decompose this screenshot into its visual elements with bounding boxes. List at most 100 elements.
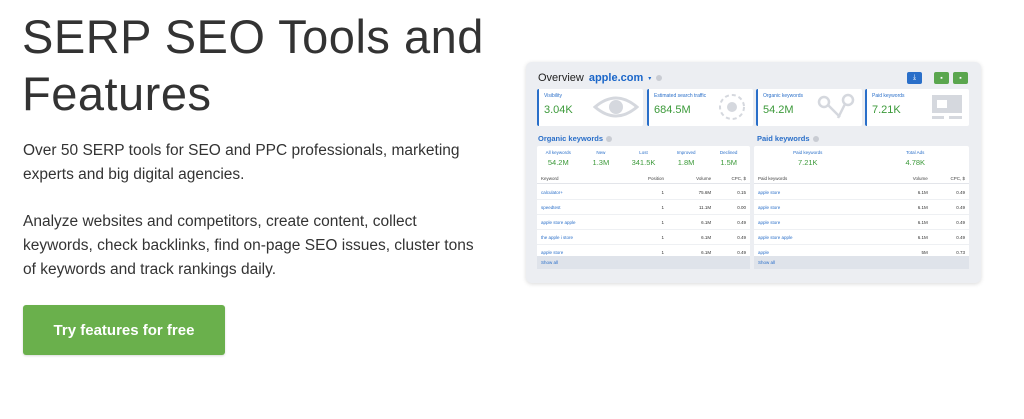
- cpc-cell: 0.49: [956, 204, 965, 210]
- overview-title: Overview: [538, 72, 584, 84]
- paid-stats: Paid keywords 7.21K Total Ads 4.78K: [754, 149, 969, 171]
- organic-keywords-label: Organic keywords: [538, 134, 604, 143]
- stat-value: 341.5K: [631, 158, 656, 167]
- table-row: apple store 6.1M 0.49: [754, 185, 969, 200]
- keyword-link[interactable]: apple store: [758, 190, 882, 195]
- table-row: calculator+ 1 75.6M 0.15: [537, 185, 750, 200]
- show-all-organic-link[interactable]: Show all: [537, 256, 750, 269]
- cpc-cell: 0.00: [737, 204, 746, 210]
- keyword-link[interactable]: apple store: [758, 220, 882, 225]
- stat-paid-keywords: Paid keywords 7.21K: [754, 149, 862, 171]
- column-header-keyword[interactable]: Keyword: [541, 176, 633, 181]
- eye-icon: [593, 96, 639, 118]
- keyword-link[interactable]: apple store: [758, 205, 882, 210]
- position-cell: 1: [661, 189, 664, 195]
- hero-description-details: Analyze websites and competitors, create…: [23, 213, 474, 278]
- keys-icon: [817, 93, 855, 119]
- column-header-volume[interactable]: Volume: [882, 176, 928, 181]
- organic-stats: All keywords 54.2M New 1.3M Lost 341.5K Imp…: [537, 149, 750, 171]
- stat-value: 1.8M: [677, 158, 695, 167]
- volume-cell: 6.1M: [701, 219, 712, 225]
- column-header-volume[interactable]: Volume: [664, 176, 711, 181]
- cpc-cell: 0.49: [956, 219, 965, 225]
- table-row: speedtest 1 11.1M 0.00: [537, 200, 750, 215]
- stat-value: 7.21K: [797, 158, 818, 167]
- table-row: the apple i store 1 6.1M 0.49: [537, 230, 750, 245]
- keyword-link[interactable]: calculator+: [541, 190, 633, 195]
- overview-header: Overview apple.com ▾: [538, 72, 663, 84]
- table-row: apple store apple 1 6.1M 0.49: [537, 215, 750, 230]
- metric-card-paid-keywords: Paid keywords 7.21K: [865, 89, 969, 126]
- stat-new: New 1.3M: [580, 149, 623, 171]
- hero-description: Over 50 SERP tools for SEO and PPC profe…: [23, 142, 460, 183]
- table-row: apple store 6.1M 0.49: [754, 215, 969, 230]
- organic-keywords-title: Organic keywords: [538, 134, 613, 143]
- paid-keywords-panel: Paid keywords 7.21K Total Ads 4.78K Paid k…: [754, 146, 969, 269]
- stat-label: Total Ads: [906, 150, 925, 155]
- volume-cell: 6.1M: [917, 204, 928, 210]
- metric-card-traffic: Estimated search traffic 684.5M: [647, 89, 753, 126]
- cpc-cell: 0.49: [737, 249, 746, 255]
- table-header: Keyword Position Volume CPC, $: [537, 174, 750, 184]
- organic-keywords-panel: All keywords 54.2M New 1.3M Lost 341.5K Imp…: [537, 146, 750, 269]
- try-features-button[interactable]: Try features for free: [23, 305, 225, 355]
- keyword-link[interactable]: apple store apple: [541, 220, 633, 225]
- stat-improved: Improved 1.8M: [665, 149, 708, 171]
- position-cell: 1: [661, 204, 664, 210]
- column-header-cpc[interactable]: CPC, $: [928, 176, 965, 181]
- stat-label: Paid keywords: [793, 150, 823, 155]
- keyword-link[interactable]: apple: [758, 250, 882, 255]
- keyword-link[interactable]: apple store: [541, 250, 633, 255]
- column-header-position[interactable]: Position: [633, 176, 664, 181]
- info-icon: [656, 75, 663, 81]
- cpc-cell: 0.49: [956, 189, 965, 195]
- report-button[interactable]: ▪: [934, 72, 949, 84]
- metric-value: 3.04K: [544, 104, 573, 116]
- stat-label: Improved: [676, 150, 696, 155]
- volume-cell: 6.1M: [701, 234, 712, 240]
- column-header-cpc[interactable]: CPC, $: [711, 176, 746, 181]
- stat-all-keywords: All keywords 54.2M: [537, 149, 580, 171]
- metric-value: 7.21K: [872, 104, 901, 116]
- show-all-paid-link[interactable]: Show all: [754, 256, 969, 269]
- volume-cell: 6.1M: [917, 234, 928, 240]
- domain-selector[interactable]: apple.com: [589, 72, 643, 84]
- stat-value: 1.3M: [592, 158, 610, 167]
- metric-value: 684.5M: [654, 104, 691, 116]
- download-icon: ⤓: [912, 74, 917, 81]
- table-row: apple store apple 6.1M 0.49: [754, 230, 969, 245]
- document-icon: ▪: [940, 74, 943, 82]
- ad-icon: [932, 95, 962, 119]
- position-cell: 1: [661, 219, 664, 225]
- save-icon: ▪: [959, 74, 962, 82]
- cpc-cell: 0.49: [737, 219, 746, 225]
- position-cell: 1: [661, 234, 664, 240]
- export-button[interactable]: ⤓: [907, 72, 922, 84]
- stat-declined: Declined 1.5M: [707, 149, 750, 171]
- volume-cell: 6.1M: [917, 189, 928, 195]
- cpc-cell: 0.49: [737, 234, 746, 240]
- traffic-icon: [719, 94, 745, 120]
- stat-total-ads: Total Ads 4.78K: [862, 149, 970, 171]
- table-row: apple store 6.1M 0.49: [754, 200, 969, 215]
- keyword-link[interactable]: the apple i store: [541, 235, 633, 240]
- cpc-cell: 0.49: [956, 234, 965, 240]
- volume-cell: 11.1M: [698, 204, 712, 210]
- volume-cell: 6.1M: [701, 249, 712, 255]
- hero-title: SERP SEO Tools and Features: [22, 10, 484, 120]
- paid-keywords-title: Paid keywords: [757, 134, 819, 143]
- metric-label: Organic keywords: [763, 93, 804, 99]
- column-header-paid-keyword[interactable]: Paid keywords: [758, 176, 882, 181]
- keyword-link[interactable]: apple store apple: [758, 235, 882, 240]
- keyword-link[interactable]: speedtest: [541, 205, 633, 210]
- info-icon: [812, 135, 819, 142]
- metric-label: Paid keywords: [872, 93, 905, 99]
- stat-lost: Lost 341.5K: [622, 149, 665, 171]
- stat-value: 1.5M: [720, 158, 738, 167]
- metric-card-organic-keywords: Organic keywords 54.2M: [756, 89, 862, 126]
- metric-value: 54.2M: [763, 104, 794, 116]
- position-cell: 1: [661, 249, 664, 255]
- save-button[interactable]: ▪: [953, 72, 968, 84]
- volume-cell: 5M: [921, 249, 928, 255]
- volume-cell: 6.1M: [917, 219, 928, 225]
